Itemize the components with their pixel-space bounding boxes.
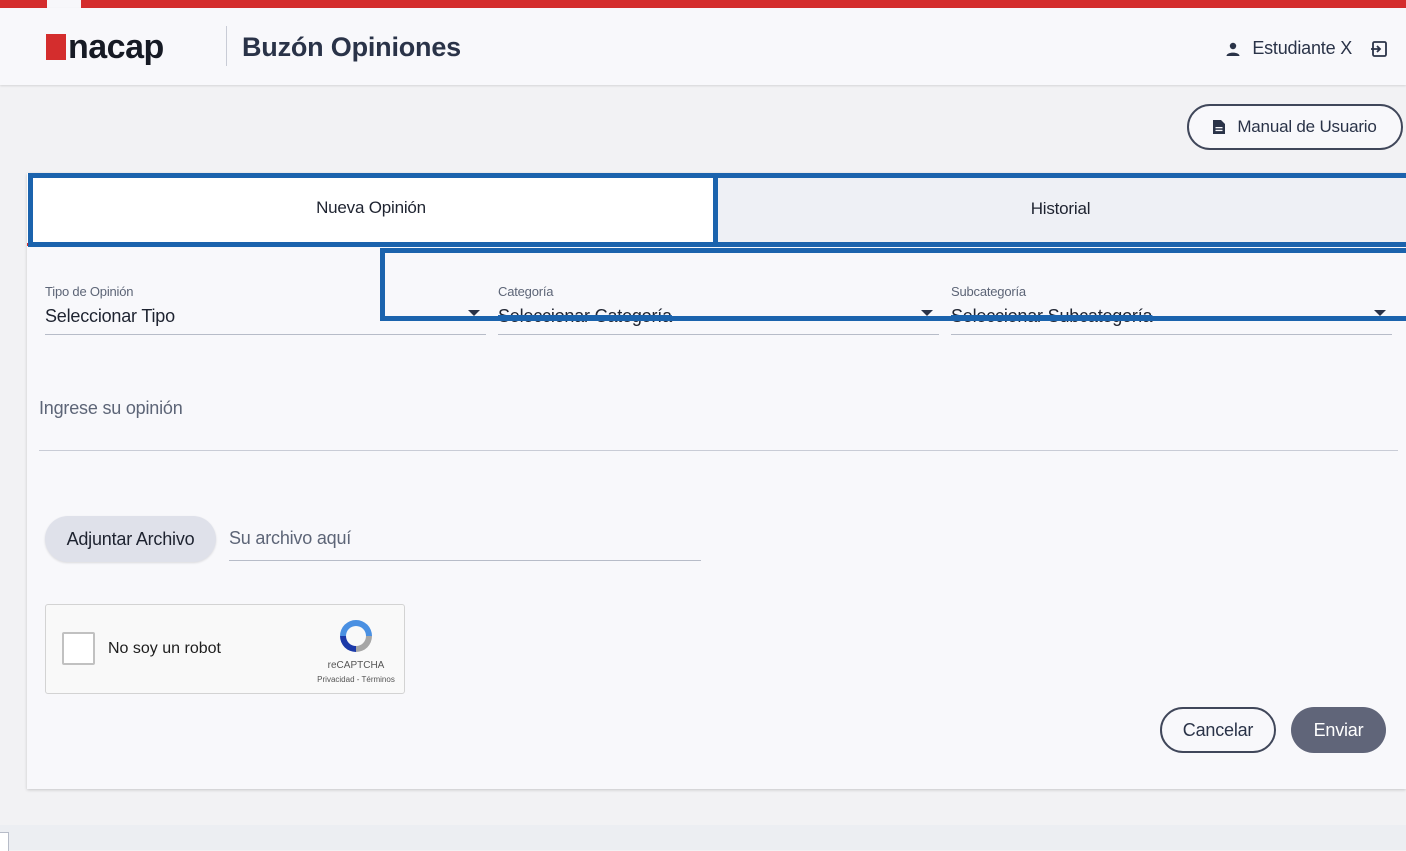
recaptcha-checkbox[interactable]: [62, 632, 95, 665]
adjuntar-archivo-label: Adjuntar Archivo: [66, 528, 195, 549]
subcategoria-select[interactable]: Subcategoría Seleccionar Subcategoría: [951, 284, 1392, 335]
opinion-textarea[interactable]: Ingrese su opinión: [39, 390, 1398, 451]
enviar-label: Enviar: [1313, 719, 1364, 740]
cancelar-label: Cancelar: [1182, 719, 1254, 740]
recaptcha-brand: reCAPTCHA: [327, 660, 385, 671]
recaptcha-logo-icon: [340, 620, 372, 652]
enviar-button[interactable]: Enviar: [1291, 707, 1386, 753]
opinion-card: Nueva Opinión Historial: [27, 173, 1406, 789]
footer-strip: [0, 825, 1406, 850]
categoria-value: Seleccionar Categoría: [498, 306, 672, 326]
manual-usuario-button[interactable]: Manual de Usuario: [1187, 104, 1403, 150]
top-accent-notch: [47, 0, 81, 8]
user-icon: [1226, 42, 1240, 56]
tab-historial-label: Historial: [1030, 199, 1091, 218]
dropdown-arrow-icon: [921, 310, 933, 316]
app-header: nacap Buzón Opiniones Estudiante X: [0, 8, 1406, 85]
footer-corner: [0, 832, 9, 851]
user-name: Estudiante X: [1252, 38, 1352, 58]
inacap-logo[interactable]: nacap: [46, 28, 164, 66]
tab-nueva-opinion[interactable]: Nueva Opinión: [27, 173, 715, 246]
dropdown-arrow-icon: [468, 310, 480, 316]
logo-text: nacap: [68, 28, 164, 66]
recaptcha-links[interactable]: Privacidad - Términos: [308, 675, 404, 684]
manual-usuario-label: Manual de Usuario: [1237, 117, 1377, 136]
tipo-opinion-label: Tipo de Opinión: [45, 284, 134, 299]
subcategoria-label: Subcategoría: [951, 284, 1026, 299]
categoria-label: Categoría: [498, 284, 554, 299]
top-accent-bar: [0, 0, 1406, 8]
opinion-placeholder: Ingrese su opinión: [39, 398, 183, 418]
logo-mark: [46, 34, 66, 60]
header-divider: [226, 26, 227, 66]
recaptcha-label: No soy un robot: [108, 640, 221, 657]
tipo-opinion-value: Seleccionar Tipo: [45, 306, 175, 326]
tab-historial[interactable]: Historial: [715, 173, 1406, 246]
document-icon: [1213, 120, 1226, 134]
dropdown-arrow-icon: [1374, 310, 1386, 316]
adjuntar-archivo-button[interactable]: Adjuntar Archivo: [45, 516, 216, 562]
categoria-select[interactable]: Categoría Seleccionar Categoría: [498, 284, 939, 335]
user-menu[interactable]: Estudiante X: [1226, 38, 1388, 59]
app-title: Buzón Opiniones: [242, 32, 461, 62]
tipo-opinion-select[interactable]: Tipo de Opinión Seleccionar Tipo: [45, 284, 486, 335]
recaptcha-widget: No soy un robot reCAPTCHA Privacidad - T…: [45, 604, 405, 694]
logout-icon[interactable]: [1370, 40, 1388, 58]
file-placeholder: Su archivo aquí: [229, 528, 352, 548]
tab-nueva-opinion-label: Nueva Opinión: [316, 198, 426, 217]
cancelar-button[interactable]: Cancelar: [1160, 707, 1276, 753]
subcategoria-value: Seleccionar Subcategoría: [951, 306, 1153, 326]
file-input[interactable]: Su archivo aquí: [229, 519, 701, 561]
